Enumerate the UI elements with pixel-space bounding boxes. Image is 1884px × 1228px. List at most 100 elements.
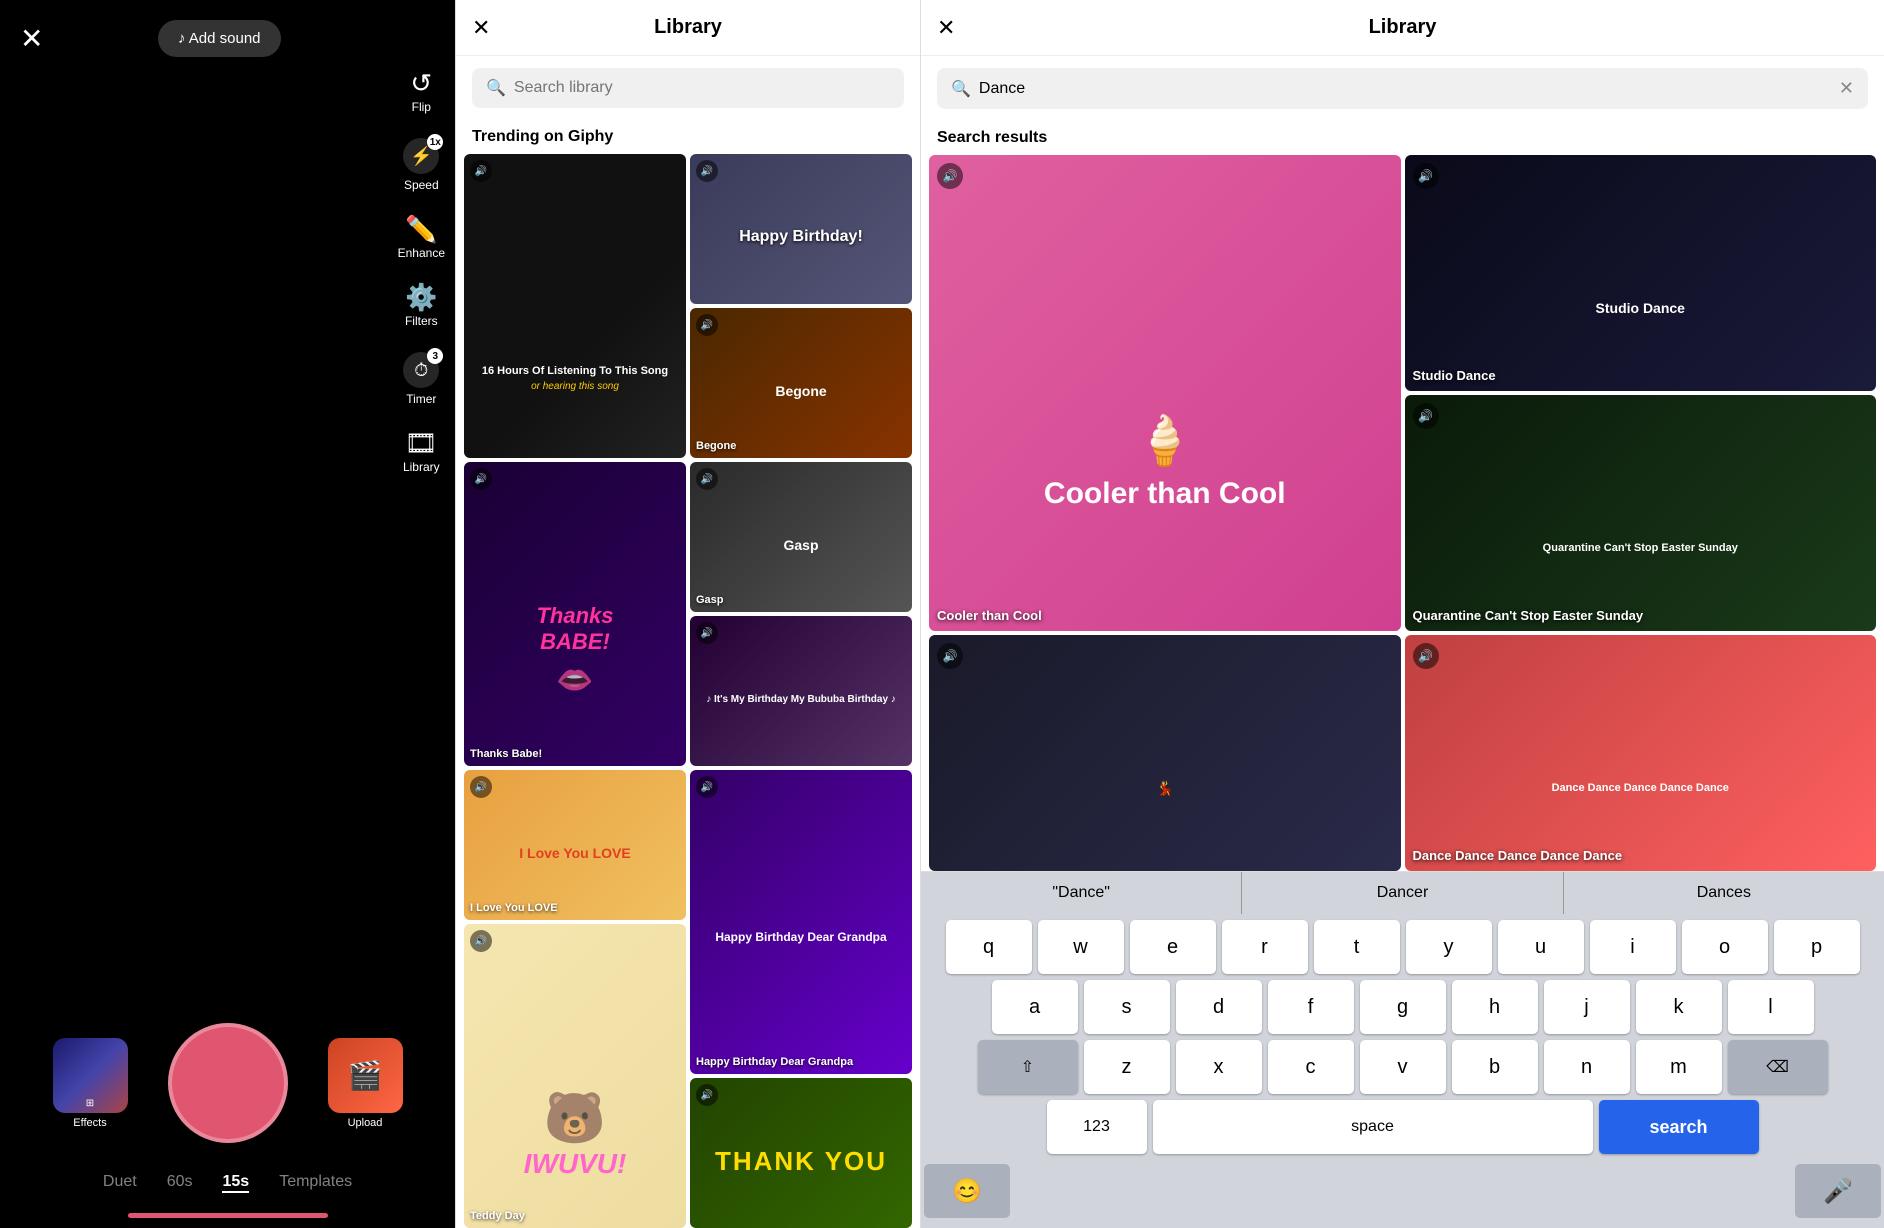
key-v[interactable]: v <box>1360 1040 1446 1094</box>
gif-card-teddy[interactable]: 🐻 IWUVU! 🔊 Teddy Day <box>464 924 686 1228</box>
key-c[interactable]: c <box>1268 1040 1354 1094</box>
timer-icon: ⏱ <box>414 360 428 381</box>
key-p[interactable]: p <box>1774 920 1860 974</box>
rc-label-quarantine: Quarantine Can't Stop Easter Sunday <box>1413 608 1869 623</box>
key-q[interactable]: q <box>946 920 1032 974</box>
result-card-cooler[interactable]: 🍦 Cooler than Cool 🔊 Cooler than Cool <box>929 155 1401 631</box>
sound-icon-teddy: 🔊 <box>470 930 492 952</box>
key-w[interactable]: w <box>1038 920 1124 974</box>
right-panel-title: Library <box>1369 16 1437 39</box>
gif-label-begone: Begone <box>696 440 906 452</box>
key-j[interactable]: j <box>1544 980 1630 1034</box>
key-s[interactable]: s <box>1084 980 1170 1034</box>
key-d[interactable]: d <box>1176 980 1262 1034</box>
gif-card-begone[interactable]: Begone 🔊 Begone <box>690 308 912 458</box>
key-k[interactable]: k <box>1636 980 1722 1034</box>
center-search-input[interactable] <box>514 79 890 97</box>
result-card-dance2[interactable]: Dance Dance Dance Dance Dance 🔊 Dance Da… <box>1405 635 1877 871</box>
tool-library-label: Library <box>403 460 440 474</box>
tool-speed[interactable]: ⚡ 1x Speed <box>403 138 439 192</box>
key-r[interactable]: r <box>1222 920 1308 974</box>
key-e[interactable]: e <box>1130 920 1216 974</box>
key-u[interactable]: u <box>1498 920 1584 974</box>
key-search[interactable]: search <box>1599 1100 1759 1154</box>
sound-icon-grandpa: 🔊 <box>696 776 718 798</box>
key-l[interactable]: l <box>1728 980 1814 1034</box>
gif-label-grandpa: Happy Birthday Dear Grandpa <box>696 1056 906 1068</box>
key-z[interactable]: z <box>1084 1040 1170 1094</box>
tool-flip[interactable]: ↺ Flip <box>410 70 432 114</box>
upload-thumbnail[interactable]: 🎬 <box>328 1038 403 1113</box>
key-h[interactable]: h <box>1452 980 1538 1034</box>
effects-thumbnail[interactable]: ⊞ <box>53 1038 128 1113</box>
tool-enhance[interactable]: ✏️ Enhance <box>398 216 445 260</box>
giphy-grid: 16 Hours Of Listening To This Song or he… <box>456 154 920 1228</box>
sound-icon-thanks: 🔊 <box>470 468 492 490</box>
timer-badge: ⏱ 3 <box>403 352 439 388</box>
gif-card-grandpa[interactable]: Happy Birthday Dear Grandpa 🔊 Happy Birt… <box>690 770 912 1074</box>
tab-60s[interactable]: 60s <box>167 1173 193 1193</box>
tool-speed-label: Speed <box>404 178 439 192</box>
gif-card-thankyou[interactable]: THANK YOU 🔊 <box>690 1078 912 1228</box>
tool-timer[interactable]: ⏱ 3 Timer <box>403 352 439 406</box>
key-numbers[interactable]: 123 <box>1047 1100 1147 1154</box>
gif-label-teddy: Teddy Day <box>470 1210 680 1222</box>
result-card-studio[interactable]: Studio Dance 🔊 Studio Dance <box>1405 155 1877 391</box>
search-clear-button[interactable]: ✕ <box>1839 78 1854 99</box>
gif-card-birthday[interactable]: Happy Birthday! 🔊 <box>690 154 912 304</box>
tab-15s[interactable]: 15s <box>222 1173 249 1193</box>
key-i[interactable]: i <box>1590 920 1676 974</box>
key-t[interactable]: t <box>1314 920 1400 974</box>
add-sound-button[interactable]: ♪ Add sound <box>158 20 281 57</box>
right-search-input[interactable] <box>979 80 1831 98</box>
key-backspace[interactable]: ⌫ <box>1728 1040 1828 1094</box>
key-x[interactable]: x <box>1176 1040 1262 1094</box>
suggestion-dances[interactable]: Dances <box>1564 872 1884 914</box>
top-bar: ✕ ♪ Add sound <box>0 0 455 67</box>
key-a[interactable]: a <box>992 980 1078 1034</box>
result-card-dance1[interactable]: 💃 🔊 <box>929 635 1401 871</box>
record-button[interactable] <box>168 1023 288 1143</box>
close-button[interactable]: ✕ <box>20 25 43 53</box>
key-space[interactable]: space <box>1153 1100 1593 1154</box>
center-close-button[interactable]: ✕ <box>472 15 490 41</box>
tab-templates[interactable]: Templates <box>279 1173 352 1193</box>
gif-card-thanks[interactable]: ThanksBABE! 👄 🔊 Thanks Babe! <box>464 462 686 766</box>
result-card-quarantine[interactable]: Quarantine Can't Stop Easter Sunday 🔊 Qu… <box>1405 395 1877 631</box>
gif-card-16h[interactable]: 16 Hours Of Listening To This Song or he… <box>464 154 686 458</box>
center-panel-title: Library <box>654 16 722 39</box>
center-section-label: Trending on Giphy <box>456 120 920 154</box>
key-mic[interactable]: 🎤 <box>1795 1164 1881 1218</box>
sound-icon-studio: 🔊 <box>1413 163 1439 189</box>
keyboard-bottom-row: 😊 🎤 <box>924 1160 1881 1218</box>
sound-icon-love: 🔊 <box>470 776 492 798</box>
tool-library[interactable]: 🎞 Library <box>403 430 440 474</box>
suggestion-dance-quoted[interactable]: "Dance" <box>921 872 1242 914</box>
key-n[interactable]: n <box>1544 1040 1630 1094</box>
tool-filters[interactable]: ⚙️ Filters <box>405 284 438 328</box>
sound-icon-dance2: 🔊 <box>1413 643 1439 669</box>
center-search-icon: 🔍 <box>486 78 506 98</box>
key-f[interactable]: f <box>1268 980 1354 1034</box>
sound-icon-16h: 🔊 <box>470 160 492 182</box>
key-y[interactable]: y <box>1406 920 1492 974</box>
keyboard-row-4: 123 space search <box>924 1100 1881 1154</box>
key-m[interactable]: m <box>1636 1040 1722 1094</box>
key-shift[interactable]: ⇧ <box>978 1040 1078 1094</box>
center-panel: ✕ Library 🔍 Trending on Giphy 16 Hours O… <box>455 0 920 1228</box>
key-o[interactable]: o <box>1682 920 1768 974</box>
suggestion-dancer[interactable]: Dancer <box>1242 872 1563 914</box>
left-panel: ✕ ♪ Add sound ↺ Flip ⚡ 1x Speed ✏️ Enhan… <box>0 0 455 1228</box>
rc-label-cooler: Cooler than Cool <box>937 608 1393 623</box>
tab-duet[interactable]: Duet <box>103 1173 137 1193</box>
key-b[interactable]: b <box>1452 1040 1538 1094</box>
center-panel-header: ✕ Library <box>456 0 920 56</box>
effects-label: Effects <box>73 1117 106 1129</box>
key-emoji[interactable]: 😊 <box>924 1164 1010 1218</box>
gif-card-gasp[interactable]: Gasp 🔊 Gasp <box>690 462 912 612</box>
right-close-button[interactable]: ✕ <box>937 15 955 41</box>
gif-card-birthday2[interactable]: ♪ It's My Birthday My Bububa Birthday ♪ … <box>690 616 912 766</box>
sound-icon-gasp: 🔊 <box>696 468 718 490</box>
gif-card-love[interactable]: I Love You LOVE 🔊 I Love You LOVE <box>464 770 686 920</box>
key-g[interactable]: g <box>1360 980 1446 1034</box>
